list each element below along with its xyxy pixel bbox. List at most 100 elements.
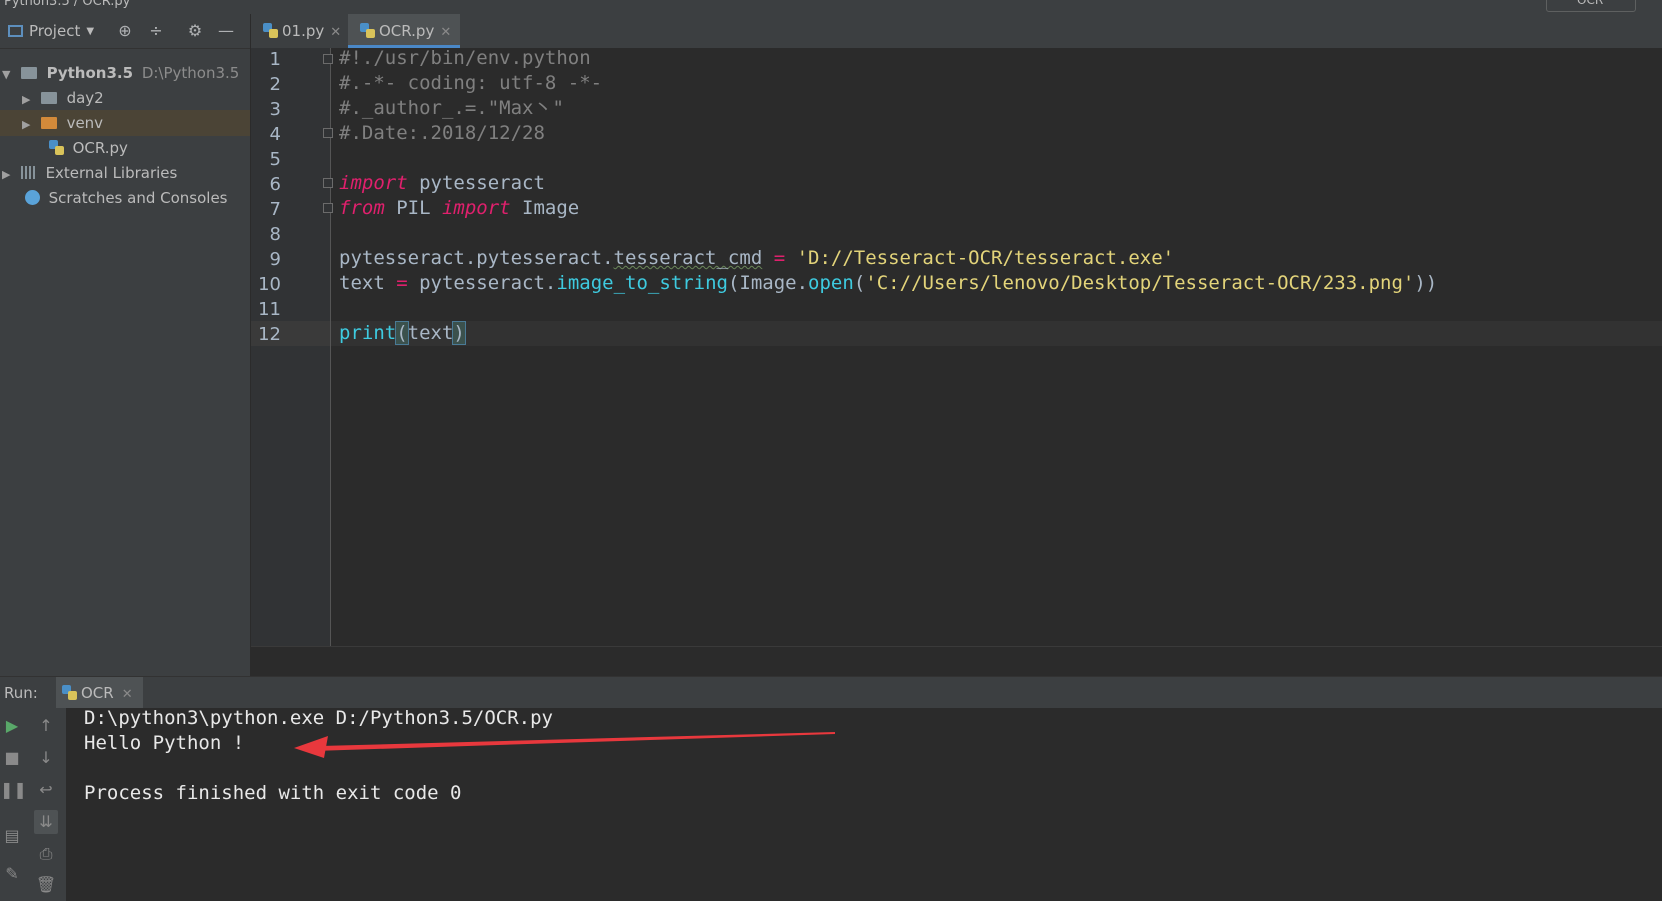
trash-icon[interactable]: 🗑 [34, 873, 58, 897]
top-navigation-bar: Python3.5 / OCR.py OCR [0, 0, 1662, 14]
tree-item-project-root[interactable]: ▼ Python3.5 D:\Python3.5 [0, 60, 250, 86]
line-number[interactable]: 12 [251, 322, 281, 347]
code-token: pytesseract [407, 172, 545, 194]
print-icon[interactable]: ⎙ [34, 842, 58, 866]
soft-wrap-icon[interactable]: ↩ [34, 778, 58, 802]
console-line: Process finished with exit code 0 [84, 782, 462, 804]
scroll-to-end-icon[interactable]: ⇊ [34, 810, 58, 834]
fold-marker-icon[interactable] [323, 203, 333, 213]
keyword: import [339, 172, 408, 194]
fold-marker-icon[interactable] [323, 178, 333, 188]
tree-item-venv[interactable]: ▶ venv [0, 110, 250, 136]
matched-brace: ) [452, 321, 466, 345]
scratches-icon [24, 190, 40, 205]
gear-icon[interactable]: ⚙ [185, 21, 205, 41]
keyword: import [441, 197, 511, 219]
arrow-down-icon[interactable]: ↓ [34, 746, 58, 770]
folder-icon [40, 92, 57, 104]
operator: = [762, 247, 797, 269]
breadcrumb[interactable]: Python3.5 / OCR.py [4, 0, 130, 9]
tree-item-day2[interactable]: ▶ day2 [0, 85, 250, 111]
annotation-arrow [294, 732, 835, 758]
layout-icon[interactable]: ▤ [0, 824, 24, 848]
tree-item-label: Scratches and Consoles [48, 189, 228, 207]
project-view-selector[interactable]: Project ▼ [8, 22, 94, 40]
fold-marker-icon[interactable] [323, 128, 333, 138]
editor-tabs: 01.py ✕ OCR.py ✕ [251, 14, 1662, 49]
line-number[interactable]: 1 [251, 47, 281, 72]
pin-icon[interactable]: ✎ [0, 862, 24, 886]
project-root-path: D:\Python3.5 [141, 64, 240, 82]
console-line: Hello Python ! [84, 732, 245, 754]
project-panel: Project ▼ ⊕ ÷ ⚙ — ▼ Python3.5 D:\Python3… [0, 14, 251, 676]
fold-marker-icon[interactable] [323, 54, 333, 64]
editor-breadcrumb-bar [251, 646, 1662, 677]
tree-item-label: venv [66, 114, 104, 132]
tab-label: OCR.py [379, 22, 435, 40]
rerun-icon[interactable]: ▶ [0, 714, 24, 738]
pause-icon[interactable]: ❚❚ [0, 778, 27, 802]
tree-item-external-libraries[interactable]: ▶ External Libraries [0, 160, 250, 186]
close-icon[interactable]: ✕ [440, 25, 451, 40]
close-icon[interactable]: ✕ [122, 687, 133, 702]
code-token: ( [853, 272, 866, 294]
tab-label: 01.py [282, 22, 325, 40]
line-number[interactable]: 7 [251, 197, 281, 222]
line-number[interactable]: 5 [251, 147, 281, 172]
tree-item-ocr-py[interactable]: OCR.py [0, 135, 250, 161]
line-number[interactable]: 6 [251, 172, 281, 197]
project-toolbar: Project ▼ ⊕ ÷ ⚙ — [0, 14, 250, 49]
code-line-6: import pytesseract [339, 171, 545, 196]
run-panel-label: Run: [4, 684, 38, 702]
code-token: (Image. [727, 272, 809, 294]
operator: = [384, 272, 420, 294]
function-call: open [808, 272, 854, 294]
line-number[interactable]: 8 [251, 222, 281, 247]
code-token: text [339, 272, 385, 294]
code-token: pytesseract. [419, 272, 557, 294]
keyword: from [339, 197, 385, 219]
libraries-icon [20, 166, 37, 179]
run-configuration-selector[interactable]: OCR [1546, 0, 1636, 12]
python-file-icon [263, 23, 278, 38]
folder-icon [20, 67, 37, 79]
stop-icon[interactable]: ■ [0, 746, 24, 770]
tree-item-label: External Libraries [45, 164, 178, 182]
code-line-7: from PIL import Image [339, 196, 579, 221]
code-token: PIL [384, 197, 442, 219]
tree-item-scratches[interactable]: Scratches and Consoles [0, 185, 250, 211]
locate-file-icon[interactable]: ⊕ [115, 21, 135, 41]
code-line-4: #.Date:.2018/12/28 [339, 122, 545, 144]
tab-ocr-py[interactable]: OCR.py ✕ [348, 14, 460, 48]
line-number[interactable]: 3 [251, 97, 281, 122]
excluded-folder-icon [40, 117, 57, 129]
minimize-icon[interactable]: — [216, 21, 236, 41]
code-token: )) [1414, 272, 1438, 294]
collapse-all-icon[interactable]: ÷ [146, 21, 166, 41]
line-number[interactable]: 9 [251, 247, 281, 272]
tree-item-label: day2 [66, 89, 104, 107]
run-panel-header: Run: OCR ✕ [0, 676, 1662, 710]
code-line-1: #!./usr/bin/env.python [339, 47, 591, 69]
line-number[interactable]: 11 [251, 297, 281, 322]
code-line-3: #._author_.=."Max丶" [339, 97, 564, 119]
python-file-icon [360, 23, 375, 38]
python-file-icon [48, 140, 64, 155]
arrow-up-icon[interactable]: ↑ [34, 714, 58, 738]
code-line-2: #.-*- coding: utf-8 -*- [339, 72, 603, 94]
string-literal: 'D://Tesseract-OCR/tesseract.exe' [796, 247, 1175, 269]
line-number[interactable]: 2 [251, 72, 281, 97]
close-icon[interactable]: ✕ [330, 25, 341, 40]
function-call: print [339, 322, 397, 344]
tab-01-py[interactable]: 01.py ✕ [251, 14, 347, 48]
function-call: image_to_string [556, 272, 728, 294]
run-tab-ocr[interactable]: OCR ✕ [56, 677, 143, 709]
code-token: tesseract_cmd [613, 247, 763, 269]
code-token: Image [510, 197, 580, 219]
code-line-12: print(text) [339, 321, 466, 346]
tree-item-label: OCR.py [72, 139, 128, 157]
line-number[interactable]: 10 [251, 272, 281, 297]
line-number[interactable]: 4 [251, 122, 281, 147]
chevron-down-icon: ▼ [86, 25, 95, 37]
project-window-icon [8, 25, 23, 37]
